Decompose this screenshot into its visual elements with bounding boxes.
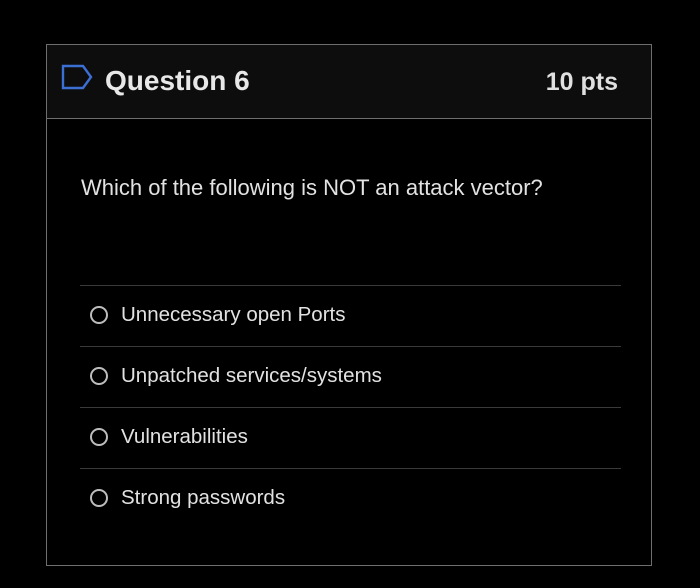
answer-label[interactable]: Unnecessary open Ports: [121, 302, 345, 328]
answer-option[interactable]: Unnecessary open Ports: [80, 285, 621, 346]
radio-button[interactable]: [90, 306, 108, 324]
question-points: 10 pts: [545, 68, 618, 96]
question-prompt: Which of the following is NOT an attack …: [81, 175, 543, 200]
radio-button[interactable]: [90, 367, 108, 385]
answer-option[interactable]: Unpatched services/systems: [80, 346, 621, 407]
flag-question-icon[interactable]: [61, 64, 93, 90]
answer-option[interactable]: Vulnerabilities: [80, 407, 621, 468]
answer-label[interactable]: Unpatched services/systems: [121, 363, 382, 389]
answer-option[interactable]: Strong passwords: [80, 468, 621, 529]
question-title: Question 6: [105, 65, 250, 96]
question-card: Question 6 10 pts Which of the following…: [46, 44, 652, 566]
radio-button[interactable]: [90, 489, 108, 507]
answer-label[interactable]: Strong passwords: [121, 485, 285, 511]
question-header: Question 6 10 pts: [47, 45, 651, 119]
answer-label[interactable]: Vulnerabilities: [121, 424, 248, 450]
answer-list: Unnecessary open Ports Unpatched service…: [80, 285, 621, 529]
radio-button[interactable]: [90, 428, 108, 446]
